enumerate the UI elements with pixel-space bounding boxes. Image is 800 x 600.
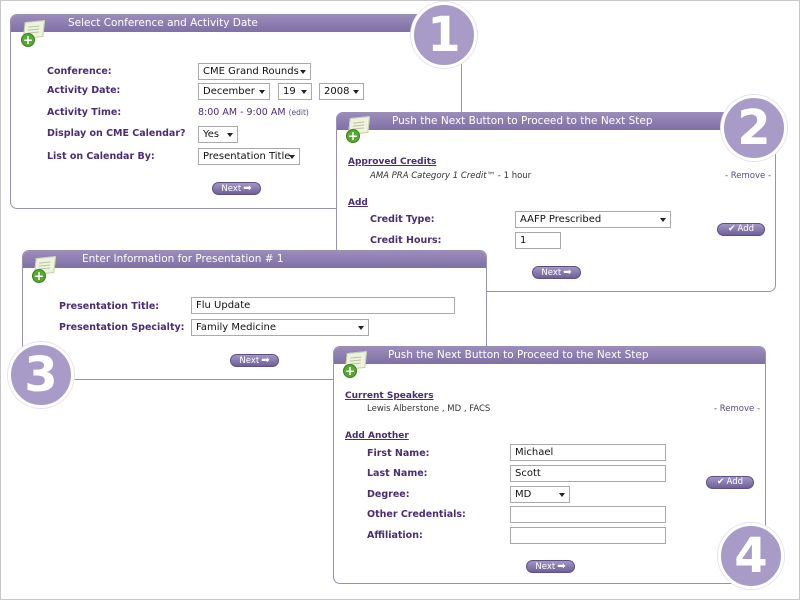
chevron-down-icon — [353, 90, 359, 94]
chevron-down-icon — [301, 90, 307, 94]
panel-title: Push the Next Button to Proceed to the N… — [388, 349, 649, 361]
last-name-input[interactable]: Scott — [510, 465, 666, 482]
credit-type-select[interactable]: AAFP Prescribed — [515, 211, 671, 228]
chevron-down-icon — [289, 155, 295, 159]
next-button[interactable]: Next ➡ — [230, 354, 279, 367]
conference-select-value: CME Grand Rounds — [203, 66, 299, 77]
credit-hours-value: 1 — [520, 235, 527, 246]
last-name-value: Scott — [515, 468, 541, 479]
panel-speakers: Push the Next Button to Proceed to the N… — [333, 346, 766, 584]
first-name-value: Michael — [515, 447, 554, 458]
list-by-value: Presentation Title — [203, 151, 291, 162]
approved-credit-row: AMA PRA Category 1 Credit™ - 1 hour — [370, 171, 531, 181]
checkmark-icon: ✔ — [716, 477, 725, 487]
panel-title: Push the Next Button to Proceed to the N… — [392, 115, 653, 127]
display-calendar-select[interactable]: Yes — [198, 126, 238, 143]
panel-header: Select Conference and Activity Date — [11, 15, 461, 32]
presentation-specialty-value: Family Medicine — [196, 322, 277, 333]
year-select[interactable]: 2008 — [319, 83, 364, 100]
step-badge-2: 2 — [721, 95, 787, 161]
list-by-select[interactable]: Presentation Title — [198, 148, 300, 165]
panel-header: Enter Information for Presentation # 1 — [23, 251, 486, 268]
next-button[interactable]: Next ➡ — [526, 560, 575, 573]
step-badge-4: 4 — [718, 523, 784, 589]
add-credit-heading: Add — [348, 198, 368, 208]
chevron-down-icon — [358, 326, 364, 330]
chevron-down-icon — [259, 90, 265, 94]
current-speakers-heading: Current Speakers — [345, 391, 434, 401]
credit-hours-label: Credit Hours: — [370, 235, 442, 246]
display-calendar-label: Display on CME Calendar? — [47, 128, 186, 139]
add-document-icon: + — [343, 351, 369, 378]
degree-value: MD — [515, 489, 532, 500]
list-by-label: List on Calendar By: — [47, 151, 155, 162]
add-button-label: Add — [726, 477, 743, 487]
add-document-icon: + — [21, 20, 47, 47]
chevron-down-icon — [660, 218, 666, 222]
next-button-label: Next — [535, 562, 556, 572]
chevron-down-icon — [559, 493, 565, 497]
affiliation-label: Affiliation: — [367, 530, 423, 541]
conference-label: Conference: — [47, 66, 112, 77]
other-credentials-input[interactable] — [510, 506, 666, 523]
day-select-value: 19 — [283, 86, 296, 97]
activity-time-value: 8:00 AM - 9:00 AM (edit) — [198, 107, 309, 118]
next-button[interactable]: Next ➡ — [532, 266, 581, 279]
presentation-title-input[interactable]: Flu Update — [191, 297, 455, 314]
presentation-title-value: Flu Update — [196, 300, 251, 311]
panel-title: Select Conference and Activity Date — [68, 17, 258, 29]
panel-header: Push the Next Button to Proceed to the N… — [337, 113, 775, 130]
degree-label: Degree: — [367, 489, 410, 500]
last-name-label: Last Name: — [367, 468, 428, 479]
year-select-value: 2008 — [324, 86, 350, 97]
edit-time-link[interactable]: (edit) — [289, 108, 309, 117]
arrow-right-icon: ➡ — [557, 561, 566, 572]
affiliation-input[interactable] — [510, 527, 666, 544]
next-button-label: Next — [221, 184, 242, 194]
presentation-title-label: Presentation Title: — [59, 301, 160, 312]
panel-title: Enter Information for Presentation # 1 — [82, 253, 284, 265]
activity-date-label: Activity Date: — [47, 85, 121, 96]
step-badge-1: 1 — [411, 2, 477, 68]
display-calendar-value: Yes — [203, 129, 220, 140]
credit-type-value: AAFP Prescribed — [520, 214, 602, 225]
add-another-heading: Add Another — [345, 431, 409, 441]
add-document-icon: + — [346, 116, 372, 143]
arrow-right-icon: ➡ — [261, 355, 270, 366]
chevron-down-icon — [300, 70, 306, 74]
presentation-specialty-label: Presentation Specialty: — [59, 322, 185, 333]
credit-type-label: Credit Type: — [370, 214, 435, 225]
next-button-label: Next — [541, 268, 562, 278]
day-select[interactable]: 19 — [278, 83, 312, 100]
time-text: 8:00 AM - 9:00 AM — [198, 107, 286, 118]
approved-credits-heading: Approved Credits — [348, 157, 437, 167]
credit-hours-input[interactable]: 1 — [515, 232, 561, 249]
add-speaker-button[interactable]: ✔ Add — [706, 476, 754, 489]
first-name-label: First Name: — [367, 448, 430, 459]
credit-amount: - 1 hour — [495, 171, 532, 181]
degree-select[interactable]: MD — [510, 486, 570, 503]
month-select-value: December — [203, 86, 255, 97]
add-credit-button[interactable]: ✔ Add — [717, 223, 765, 236]
presentation-specialty-select[interactable]: Family Medicine — [191, 319, 369, 336]
next-button-label: Next — [239, 356, 260, 366]
credit-name: AMA PRA Category 1 Credit™ — [370, 171, 496, 181]
first-name-input[interactable]: Michael — [510, 444, 666, 461]
speaker-row: Lewis Alberstone , MD , FACS — [367, 404, 491, 414]
add-button-label: Add — [737, 224, 754, 234]
activity-time-label: Activity Time: — [47, 107, 122, 118]
arrow-right-icon: ➡ — [243, 183, 252, 194]
panel-header: Push the Next Button to Proceed to the N… — [334, 347, 765, 364]
remove-speaker-link[interactable]: - Remove - — [714, 404, 760, 414]
other-credentials-label: Other Credentials: — [367, 509, 466, 520]
remove-credit-link[interactable]: - Remove - — [725, 171, 771, 181]
step-badge-3: 3 — [8, 342, 74, 408]
checkmark-icon: ✔ — [727, 224, 736, 234]
next-button[interactable]: Next ➡ — [212, 182, 261, 195]
arrow-right-icon: ➡ — [563, 267, 572, 278]
add-document-icon: + — [32, 256, 58, 283]
month-select[interactable]: December — [198, 83, 270, 100]
chevron-down-icon — [227, 133, 233, 137]
conference-select[interactable]: CME Grand Rounds — [198, 63, 311, 80]
